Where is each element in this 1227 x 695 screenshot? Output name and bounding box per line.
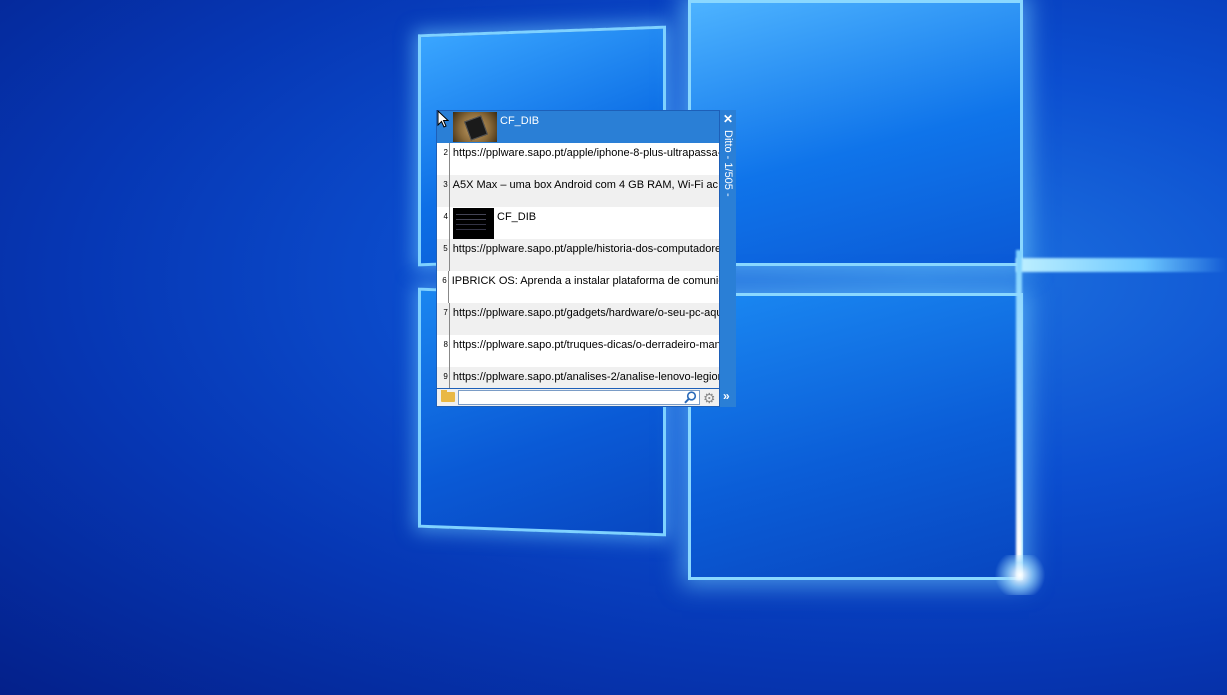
clip-text: CF_DIB [500,115,540,127]
clip-text: https://pplware.sapo.pt/apple/historia-d… [452,243,719,255]
title-bar[interactable]: ✕ Ditto - 1/505 - » [720,110,736,407]
clip-index: 4 [437,207,450,239]
clip-index: 8 [437,335,450,367]
clip-text: https://pplware.sapo.pt/truques-dicas/o-… [452,339,719,351]
clip-text: https://pplware.sapo.pt/gadgets/hardware… [452,307,719,319]
clip-row[interactable]: 8 https://pplware.sapo.pt/truques-dicas/… [437,335,719,367]
ditto-clipboard-window[interactable]: CF_DIB 2 https://pplware.sapo.pt/apple/i… [436,110,736,407]
clip-row[interactable]: 2 https://pplware.sapo.pt/apple/iphone-8… [437,143,719,175]
bottom-toolbar: ⚙ [436,389,720,407]
image-thumbnail [453,208,494,239]
image-thumbnail [453,112,497,142]
wallpaper-pane [688,0,1023,266]
clip-index: 9 [437,367,450,388]
clip-row[interactable]: 4 CF_DIB [437,207,719,239]
clip-index: 3 [437,175,450,207]
window-title: Ditto - 1/505 - [722,130,734,197]
clip-text: CF_DIB [497,211,537,223]
clip-list[interactable]: CF_DIB 2 https://pplware.sapo.pt/apple/i… [436,110,720,389]
clip-text: A5X Max – uma box Android com 4 GB RAM, … [452,179,719,191]
wallpaper-glow [990,555,1050,595]
clip-index: 2 [437,143,450,175]
clip-row[interactable]: 5 https://pplware.sapo.pt/apple/historia… [437,239,719,271]
close-icon[interactable]: ✕ [723,112,733,126]
clip-row[interactable]: CF_DIB [437,111,719,143]
search-input[interactable] [458,390,700,405]
wallpaper-pane [688,293,1023,580]
search-icon[interactable] [684,391,697,404]
clip-row[interactable]: 9 https://pplware.sapo.pt/analises-2/ana… [437,367,719,388]
folder-icon[interactable] [441,390,455,402]
clip-text: https://pplware.sapo.pt/apple/iphone-8-p… [452,147,719,159]
clip-row[interactable]: 3 A5X Max – uma box Android com 4 GB RAM… [437,175,719,207]
clip-text: IPBRICK OS: Aprenda a instalar plataform… [451,275,719,287]
mouse-pointer-icon [437,110,449,128]
clip-row[interactable]: 7 https://pplware.sapo.pt/gadgets/hardwa… [437,303,719,335]
clip-index: 7 [437,303,450,335]
clip-index: 6 [437,271,449,303]
double-chevron-right-icon[interactable]: » [723,389,730,403]
wallpaper-light-beam [1016,258,1227,272]
clip-row[interactable]: 6 IPBRICK OS: Aprenda a instalar platafo… [437,271,719,303]
clip-text: https://pplware.sapo.pt/analises-2/anali… [452,371,719,383]
wallpaper-light-beam [1016,250,1022,580]
gear-icon[interactable]: ⚙ [703,391,716,405]
clip-index: 5 [437,239,450,271]
